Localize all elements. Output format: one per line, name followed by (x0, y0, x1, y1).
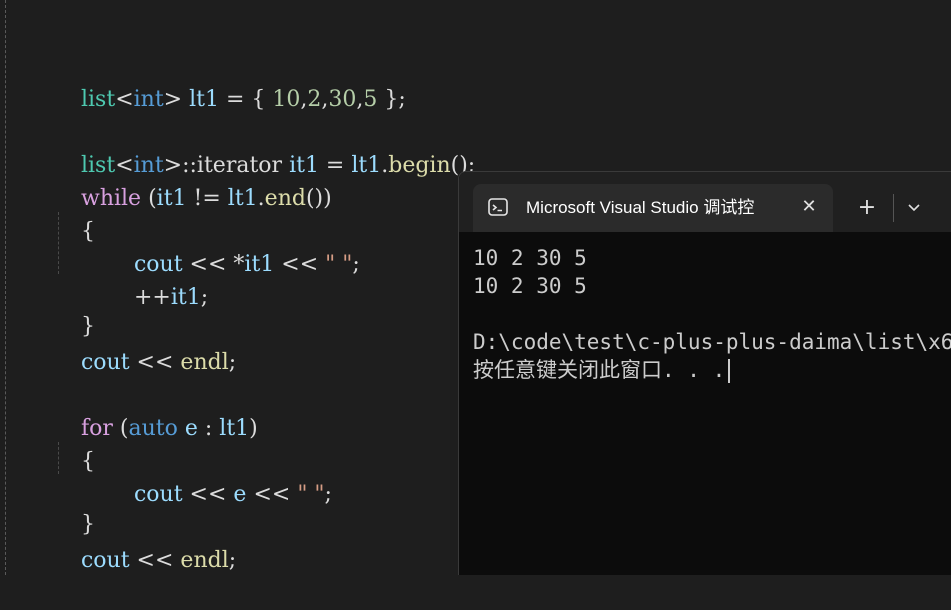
token-function: end (264, 186, 306, 211)
token-variable: lt1 (351, 153, 382, 178)
code-line-7: } (53, 277, 95, 339)
console-line: 10 2 30 5 (473, 274, 587, 298)
token-operator: << (274, 252, 326, 277)
token-variable: cout (80, 548, 130, 573)
token-number: 2 (307, 87, 322, 112)
terminal-icon (488, 197, 508, 217)
code-line-5: cout << *it1 << " "; (106, 215, 360, 277)
token-punct: ; (228, 350, 237, 375)
token-brace: { (80, 449, 95, 474)
new-tab-button[interactable]: + (849, 194, 885, 222)
token-punct: ; (200, 285, 209, 310)
token-punct: ; (228, 548, 237, 573)
token-variable: e (233, 482, 247, 507)
token-variable: cout (133, 482, 183, 507)
token-punct: ( (141, 186, 157, 211)
token-punct: ( (112, 416, 129, 441)
token-function: endl (180, 350, 229, 375)
indent-guide (58, 442, 59, 474)
chevron-down-icon (907, 199, 921, 216)
token-operator: << (182, 482, 234, 507)
code-line-13: cout << endl; (53, 511, 236, 573)
token-variable: e (184, 416, 198, 441)
console-line: D:\code\test\c-plus-plus-daima\list\x6 (473, 330, 951, 354)
token-number: 5 (363, 87, 378, 112)
token-type: int (133, 87, 164, 112)
indent-guide (58, 212, 59, 274)
token-punct: = { (218, 87, 273, 112)
token-punct: > (163, 87, 190, 112)
debug-console-window[interactable]: Microsoft Visual Studio 调试控 ✕ + 10 2 30 … (458, 171, 951, 575)
token-function: endl (180, 548, 229, 573)
tab-separator (893, 194, 894, 222)
token-variable: lt1 (227, 186, 258, 211)
code-line-3: while (it1 != lt1.end()) (53, 149, 332, 211)
token-number: 10 (272, 87, 301, 112)
token-variable: cout (80, 350, 130, 375)
code-line-1: list<int> lt1 = { 10,2,30,5 }; (53, 50, 406, 112)
tab-dropdown-button[interactable] (899, 194, 929, 222)
token-variable: it1 (170, 285, 201, 310)
code-line-11: cout << e << " "; (106, 445, 332, 507)
token-string: " " (297, 482, 325, 507)
terminal-tab[interactable]: Microsoft Visual Studio 调试控 ✕ (473, 184, 833, 232)
token-punct: . (257, 186, 265, 211)
token-operator: ++ (133, 285, 171, 310)
gutter-guide (5, 0, 6, 575)
token-variable: it1 (244, 252, 275, 277)
token-punct: < (115, 87, 134, 112)
code-line-6: ++it1; (106, 248, 208, 310)
token-type: list (80, 87, 116, 112)
token-type: auto (128, 416, 178, 441)
token-function: begin (388, 153, 451, 178)
code-line-2: list<int>::iterator it1 = lt1.begin(); (53, 116, 475, 178)
token-punct: ; (324, 482, 332, 507)
token-brace: { (80, 219, 95, 244)
console-line: 10 2 30 5 (473, 246, 587, 270)
token-operator: << (129, 548, 181, 573)
code-line-8: cout << endl; (53, 313, 236, 375)
code-line-10: { (53, 412, 95, 474)
terminal-tab-strip: Microsoft Visual Studio 调试控 ✕ + (459, 172, 951, 232)
token-punct: }; (377, 87, 406, 112)
token-number: 30 (328, 87, 357, 112)
code-line-4: { (53, 182, 95, 244)
token-variable: lt1 (189, 87, 219, 112)
token-operator: != (186, 186, 228, 211)
token-variable: lt1 (219, 416, 250, 441)
token-punct: ) (249, 416, 258, 441)
token-punct: : (197, 416, 220, 441)
token-punct: ()) (305, 186, 332, 211)
token-variable: it1 (156, 186, 187, 211)
console-output[interactable]: 10 2 30 5 10 2 30 5 D:\code\test\c-plus-… (473, 244, 951, 384)
console-line: 按任意键关闭此窗口. . . (473, 356, 951, 384)
text-cursor (728, 359, 731, 383)
press-any-key-text: 按任意键关闭此窗口. . . (473, 358, 726, 382)
token-string: " " (325, 252, 353, 277)
token-punct: ; (352, 252, 360, 277)
code-line-12: } (53, 475, 95, 537)
token-operator: << (129, 350, 181, 375)
code-line-9: for (auto e : lt1) (53, 379, 258, 441)
token-operator: << (246, 482, 298, 507)
close-tab-button[interactable]: ✕ (797, 195, 821, 219)
tab-title: Microsoft Visual Studio 调试控 (526, 198, 755, 217)
